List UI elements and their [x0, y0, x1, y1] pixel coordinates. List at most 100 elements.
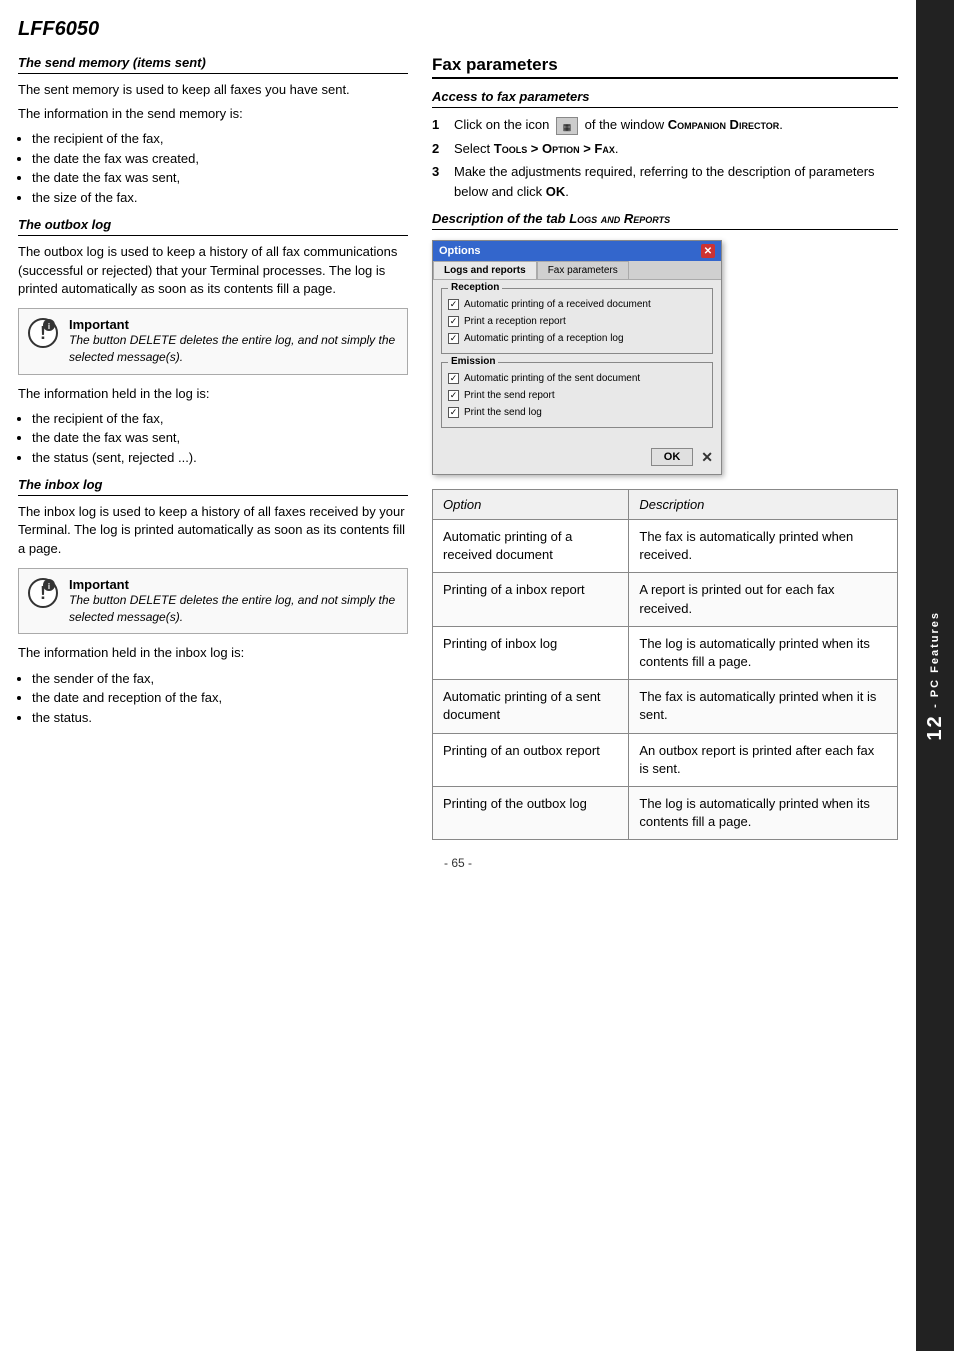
left-column: The send memory (items sent) The sent me…	[18, 55, 408, 840]
table-cell-option: Automatic printing of a received documen…	[433, 520, 629, 573]
checkbox-row: ✓ Automatic printing of a received docum…	[448, 299, 706, 310]
params-table: Option Description Automatic printing of…	[432, 489, 898, 840]
checkbox-send-report[interactable]: ✓	[448, 390, 459, 401]
inbox-important-label: Important	[69, 577, 129, 592]
table-row: Automatic printing of a received documen…	[433, 520, 898, 573]
table-cell-description: The fax is automatically printed when it…	[629, 680, 898, 733]
checkbox-label: Automatic printing of the sent document	[464, 373, 640, 384]
inbox-log-intro: The inbox log is used to keep a history …	[18, 503, 408, 558]
list-item: the status.	[32, 708, 408, 728]
inbox-important-box: ! i Important The button DELETE deletes …	[18, 568, 408, 635]
outbox-important-text: The button DELETE deletes the entire log…	[69, 332, 399, 366]
inbox-important-content: Important The button DELETE deletes the …	[69, 577, 399, 626]
dialog-ok-button[interactable]: OK	[651, 448, 694, 466]
page-number: - 65 -	[18, 856, 898, 870]
dialog-close-button[interactable]: ✕	[701, 244, 715, 258]
outbox-log-title: The outbox log	[18, 217, 408, 236]
main-content: LFF6050 The send memory (items sent) The…	[0, 0, 916, 1351]
table-row: Printing of an outbox report An outbox r…	[433, 733, 898, 786]
table-cell-option: Printing of inbox log	[433, 626, 629, 679]
side-tab: 12 - PC Features	[916, 0, 954, 1351]
send-memory-info-intro: The information in the send memory is:	[18, 105, 408, 123]
table-cell-option: Printing of the outbox log	[433, 786, 629, 839]
emission-group-label: Emission	[448, 356, 498, 367]
options-dialog: Options ✕ Logs and reports Fax parameter…	[432, 240, 722, 475]
send-memory-list: the recipient of the fax, the date the f…	[32, 129, 408, 207]
outbox-important-label: Important	[69, 317, 129, 332]
checkbox-row: ✓ Automatic printing of the sent documen…	[448, 373, 706, 384]
list-item: the recipient of the fax,	[32, 409, 408, 429]
access-fax-title: Access to fax parameters	[432, 89, 898, 108]
important-icon: ! i	[27, 317, 59, 349]
right-column: Fax parameters Access to fax parameters …	[432, 55, 898, 840]
step-1-num: 1	[432, 115, 446, 135]
dialog-footer: OK ✕	[433, 444, 721, 474]
step-1-text: Click on the icon ▦ of the window Compan…	[454, 115, 783, 135]
svg-text:i: i	[48, 322, 50, 331]
send-memory-title: The send memory (items sent)	[18, 55, 408, 74]
step-3-num: 3	[432, 162, 446, 182]
important-icon-2: ! i	[27, 577, 59, 609]
outbox-log-intro: The outbox log is used to keep a history…	[18, 243, 408, 298]
emission-group: Emission ✓ Automatic printing of the sen…	[441, 362, 713, 428]
side-tab-label: 12 - PC Features	[924, 611, 947, 741]
page-title: LFF6050	[18, 18, 898, 41]
step-3: 3 Make the adjustments required, referri…	[432, 162, 898, 201]
checkbox-send-log[interactable]: ✓	[448, 407, 459, 418]
checkbox-auto-print[interactable]: ✓	[448, 299, 459, 310]
list-item: the sender of the fax,	[32, 669, 408, 689]
checkbox-row: ✓ Automatic printing of a reception log	[448, 333, 706, 344]
checkbox-label: Print the send report	[464, 390, 555, 401]
send-memory-intro: The sent memory is used to keep all faxe…	[18, 81, 408, 99]
outbox-important-content: Important The button DELETE deletes the …	[69, 317, 399, 366]
list-item: the recipient of the fax,	[32, 129, 408, 149]
reception-group-label: Reception	[448, 282, 502, 293]
checkbox-label: Print the send log	[464, 407, 542, 418]
checkbox-label: Print a reception report	[464, 316, 566, 327]
fax-params-title: Fax parameters	[432, 55, 898, 79]
list-item: the date the fax was sent,	[32, 428, 408, 448]
companion-icon: ▦	[556, 117, 578, 135]
inbox-log-info-intro: The information held in the inbox log is…	[18, 644, 408, 662]
table-cell-option: Printing of a inbox report	[433, 573, 629, 626]
table-cell-description: The log is automatically printed when it…	[629, 626, 898, 679]
dialog-titlebar: Options ✕	[433, 241, 721, 261]
table-cell-description: A report is printed out for each fax rec…	[629, 573, 898, 626]
checkbox-reception-log[interactable]: ✓	[448, 333, 459, 344]
list-item: the date and reception of the fax,	[32, 688, 408, 708]
checkbox-reception-report[interactable]: ✓	[448, 316, 459, 327]
table-header-description: Description	[629, 490, 898, 520]
table-cell-description: The fax is automatically printed when re…	[629, 520, 898, 573]
table-row: Printing of a inbox report A report is p…	[433, 573, 898, 626]
step-2-text: Select Tools > Option > Fax.	[454, 139, 619, 159]
table-row: Printing of the outbox log The log is au…	[433, 786, 898, 839]
dialog-tab-fax-params[interactable]: Fax parameters	[537, 261, 629, 279]
table-cell-option: Printing of an outbox report	[433, 733, 629, 786]
checkbox-row: ✓ Print the send log	[448, 407, 706, 418]
desc-title: Description of the tab Logs and Reports	[432, 211, 898, 230]
list-item: the size of the fax.	[32, 188, 408, 208]
step-2: 2 Select Tools > Option > Fax.	[432, 139, 898, 159]
checkbox-row: ✓ Print a reception report	[448, 316, 706, 327]
table-row: Automatic printing of a sent document Th…	[433, 680, 898, 733]
table-header-option: Option	[433, 490, 629, 520]
outbox-important-box: ! i Important The button DELETE deletes …	[18, 308, 408, 375]
table-row: Printing of inbox log The log is automat…	[433, 626, 898, 679]
table-cell-description: The log is automatically printed when it…	[629, 786, 898, 839]
list-item: the status (sent, rejected ...).	[32, 448, 408, 468]
two-col-layout: The send memory (items sent) The sent me…	[18, 55, 898, 840]
page-container: 12 - PC Features LFF6050 The send memory…	[0, 0, 954, 1351]
dialog-body: Reception ✓ Automatic printing of a rece…	[433, 280, 721, 444]
inbox-important-text: The button DELETE deletes the entire log…	[69, 592, 399, 626]
checkbox-label: Automatic printing of a received documen…	[464, 299, 651, 310]
checkbox-row: ✓ Print the send report	[448, 390, 706, 401]
chapter-num: 12	[924, 714, 946, 740]
dialog-cancel-button[interactable]: ✕	[701, 449, 713, 466]
checkbox-auto-sent[interactable]: ✓	[448, 373, 459, 384]
table-cell-option: Automatic printing of a sent document	[433, 680, 629, 733]
svg-text:i: i	[48, 582, 50, 591]
dialog-tab-logs[interactable]: Logs and reports	[433, 261, 537, 279]
dialog-title: Options	[439, 245, 481, 257]
step-3-text: Make the adjustments required, referring…	[454, 162, 898, 201]
list-item: the date the fax was created,	[32, 149, 408, 169]
